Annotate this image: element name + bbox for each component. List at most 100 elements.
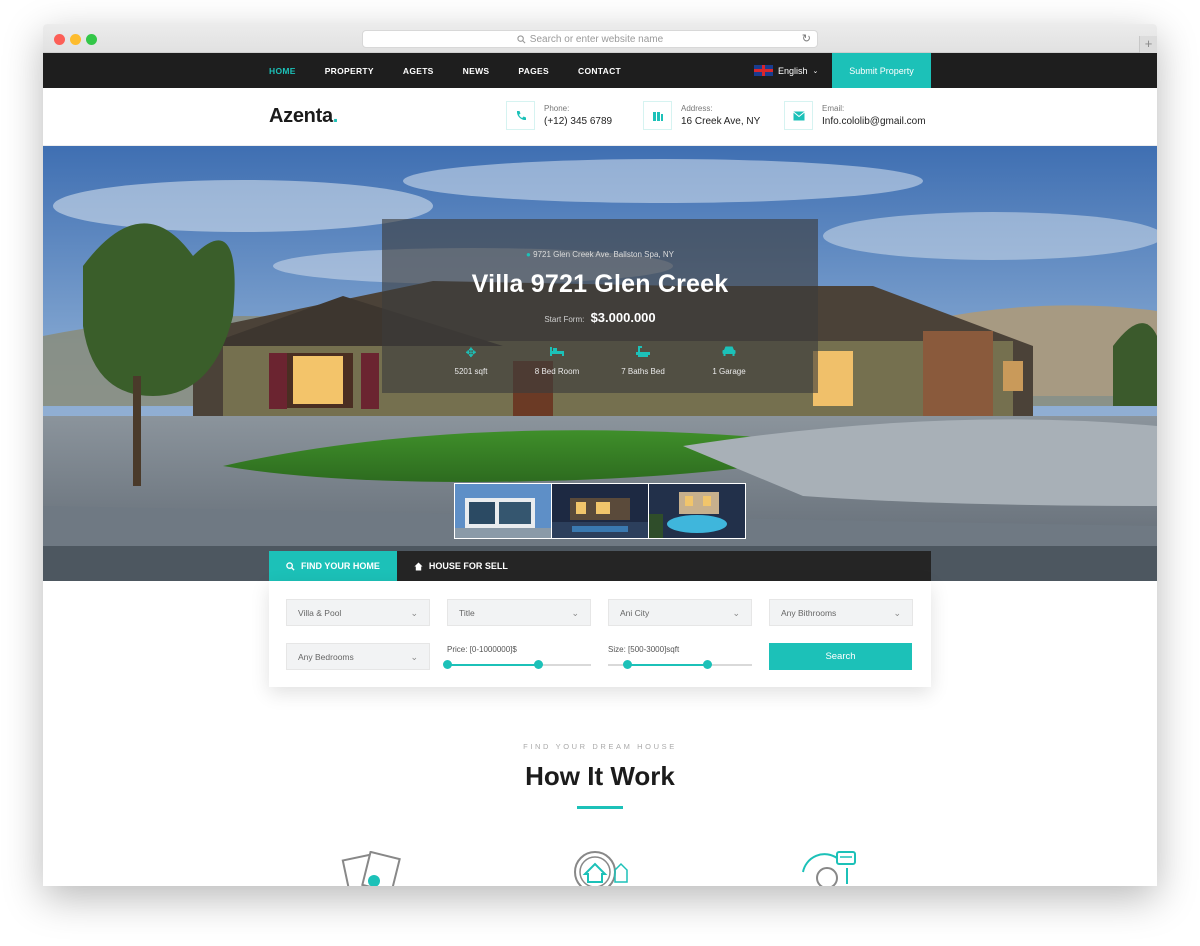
uk-flag-icon [754,65,773,76]
reload-icon[interactable]: ↻ [802,32,811,45]
size-slider-min-handle[interactable] [622,660,632,669]
nav-pages[interactable]: PAGES [518,66,549,76]
map-pin-icon: ● [526,250,531,259]
title-select-value: Title [459,607,475,618]
feature-baths-text: 7 Baths Bed [621,367,665,376]
hero-banner: ● 9721 Glen Creek Ave. Ballston Spa, NY … [43,146,1157,581]
nav-property[interactable]: PROPERTY [325,66,374,76]
size-range-label: Size: [500-3000]sqft [608,645,752,654]
contact-email: Email: Info.cololib@gmail.com [784,101,926,130]
hero-property-card: ● 9721 Glen Creek Ave. Ballston Spa, NY … [382,219,818,393]
language-label: English [778,65,808,76]
size-slider-max-handle[interactable] [703,660,713,669]
hero-price-row: Start Form: $3.000.000 [382,310,818,325]
site-logo[interactable]: Azenta. [269,105,338,128]
size-slider-fill [626,664,708,666]
language-selector[interactable]: English ⌄ [754,53,818,88]
hero-address-text: 9721 Glen Creek Ave. Ballston Spa, NY [533,250,674,259]
nav-home[interactable]: HOME [269,66,296,76]
feature-area-text: 5201 sqft [454,367,488,376]
hero-thumbnails [454,483,746,539]
search-icon [517,34,526,43]
bedrooms-select[interactable]: Any Bedrooms ⌄ [286,643,430,670]
how-it-works-section: FIND YOUR DREAM HOUSE How It Work [43,742,1157,809]
chevron-down-icon: ⌄ [732,608,740,618]
bed-icon [514,345,600,361]
size-range: Size: [500-3000]sqft [608,645,752,669]
submit-property-button[interactable]: Submit Property [832,53,931,88]
close-window-button[interactable] [54,34,65,45]
search-panel: Villa & Pool ⌄ Title ⌄ Ani City ⌄ Any Bi… [269,581,931,687]
site-header: Azenta. Phone: (+12) 345 6789 Address: 1… [43,88,1157,146]
agent-support-icon [802,851,856,886]
type-select[interactable]: Villa & Pool ⌄ [286,599,430,626]
phone-icon [506,101,535,130]
bedrooms-select-value: Any Bedrooms [298,651,354,662]
search-button[interactable]: Search [769,643,912,670]
feature-baths: 7 Baths Bed [600,345,686,376]
browser-window: Search or enter website name ↻ + HOME PR… [43,24,1157,886]
how-subtitle: FIND YOUR DREAM HOUSE [523,742,677,751]
price-label-text: Price: [447,645,468,654]
top-navigation: HOME PROPERTY AGETS NEWS PAGES CONTACT E… [43,53,1157,88]
size-slider-track[interactable] [608,660,752,669]
email-value: Info.cololib@gmail.com [822,116,926,127]
chevron-down-icon: ⌄ [812,67,819,75]
feature-bedrooms: 8 Bed Room [514,345,600,376]
price-slider-max-handle[interactable] [533,660,543,669]
tab-find-your-home-label: FIND YOUR HOME [301,561,380,571]
thumbnail-3[interactable] [649,484,745,538]
thumbnail-2[interactable] [552,484,648,538]
hero-title[interactable]: Villa 9721 Glen Creek [382,270,818,299]
thumbnail-1[interactable] [455,484,551,538]
nav-contact[interactable]: CONTACT [578,66,621,76]
title-underline [577,806,623,809]
logo-text: Azenta [269,105,333,127]
bathrooms-select-value: Any Bithrooms [781,607,837,618]
car-icon [686,345,772,361]
zoom-window-button[interactable] [86,34,97,45]
tab-house-for-sell[interactable]: HOUSE FOR SELL [397,551,525,581]
search-icon [286,561,295,571]
contact-phone: Phone: (+12) 345 6789 [506,101,612,130]
feature-garage-text: 1 Garage [712,367,746,376]
price-range-label: Price: [0-1000000]$ [447,645,591,654]
phone-label: Phone: [544,104,570,113]
bathrooms-select[interactable]: Any Bithrooms ⌄ [769,599,913,626]
address-bar[interactable]: Search or enter website name ↻ [362,30,818,48]
feature-bedrooms-text: 8 Bed Room [534,367,580,376]
type-select-value: Villa & Pool [298,607,342,618]
price-slider-min-handle[interactable] [443,660,452,669]
feature-garage: 1 Garage [686,345,772,376]
area-icon: ✥ [465,345,477,360]
building-icon [643,101,672,130]
mail-icon [784,101,813,130]
logo-dot: . [332,105,339,127]
city-select[interactable]: Ani City ⌄ [608,599,752,626]
search-tabs: FIND YOUR HOME HOUSE FOR SELL [269,551,931,581]
main-menu: HOME PROPERTY AGETS NEWS PAGES CONTACT [269,53,650,88]
minimize-window-button[interactable] [70,34,81,45]
chevron-down-icon: ⌄ [571,608,579,618]
nav-agets[interactable]: AGETS [403,66,434,76]
tab-find-your-home[interactable]: FIND YOUR HOME [269,551,397,581]
chevron-down-icon: ⌄ [410,608,418,618]
property-features: ✥ 5201 sqft 8 Bed Room 7 Baths Bed 1 Gar… [382,345,818,376]
city-select-value: Ani City [620,607,650,618]
price-value: $3.000.000 [590,310,656,325]
nav-news[interactable]: NEWS [463,66,490,76]
size-range-value: [500-3000]sqft [628,645,680,654]
address-label: Address: [681,104,713,113]
email-label: Email: [822,104,845,113]
bath-icon [600,345,686,361]
browser-titlebar: Search or enter website name ↻ + [43,24,1157,53]
how-title: How It Work [525,761,675,791]
feature-area: ✥ 5201 sqft [428,345,514,376]
house-search-icon [574,851,628,886]
documents-icon [341,851,401,886]
title-select[interactable]: Title ⌄ [447,599,591,626]
price-slider-track[interactable] [443,660,591,669]
new-tab-button[interactable]: + [1139,36,1157,53]
price-range-value: [0-1000000]$ [469,645,517,654]
price-label: Start Form: [544,315,585,324]
